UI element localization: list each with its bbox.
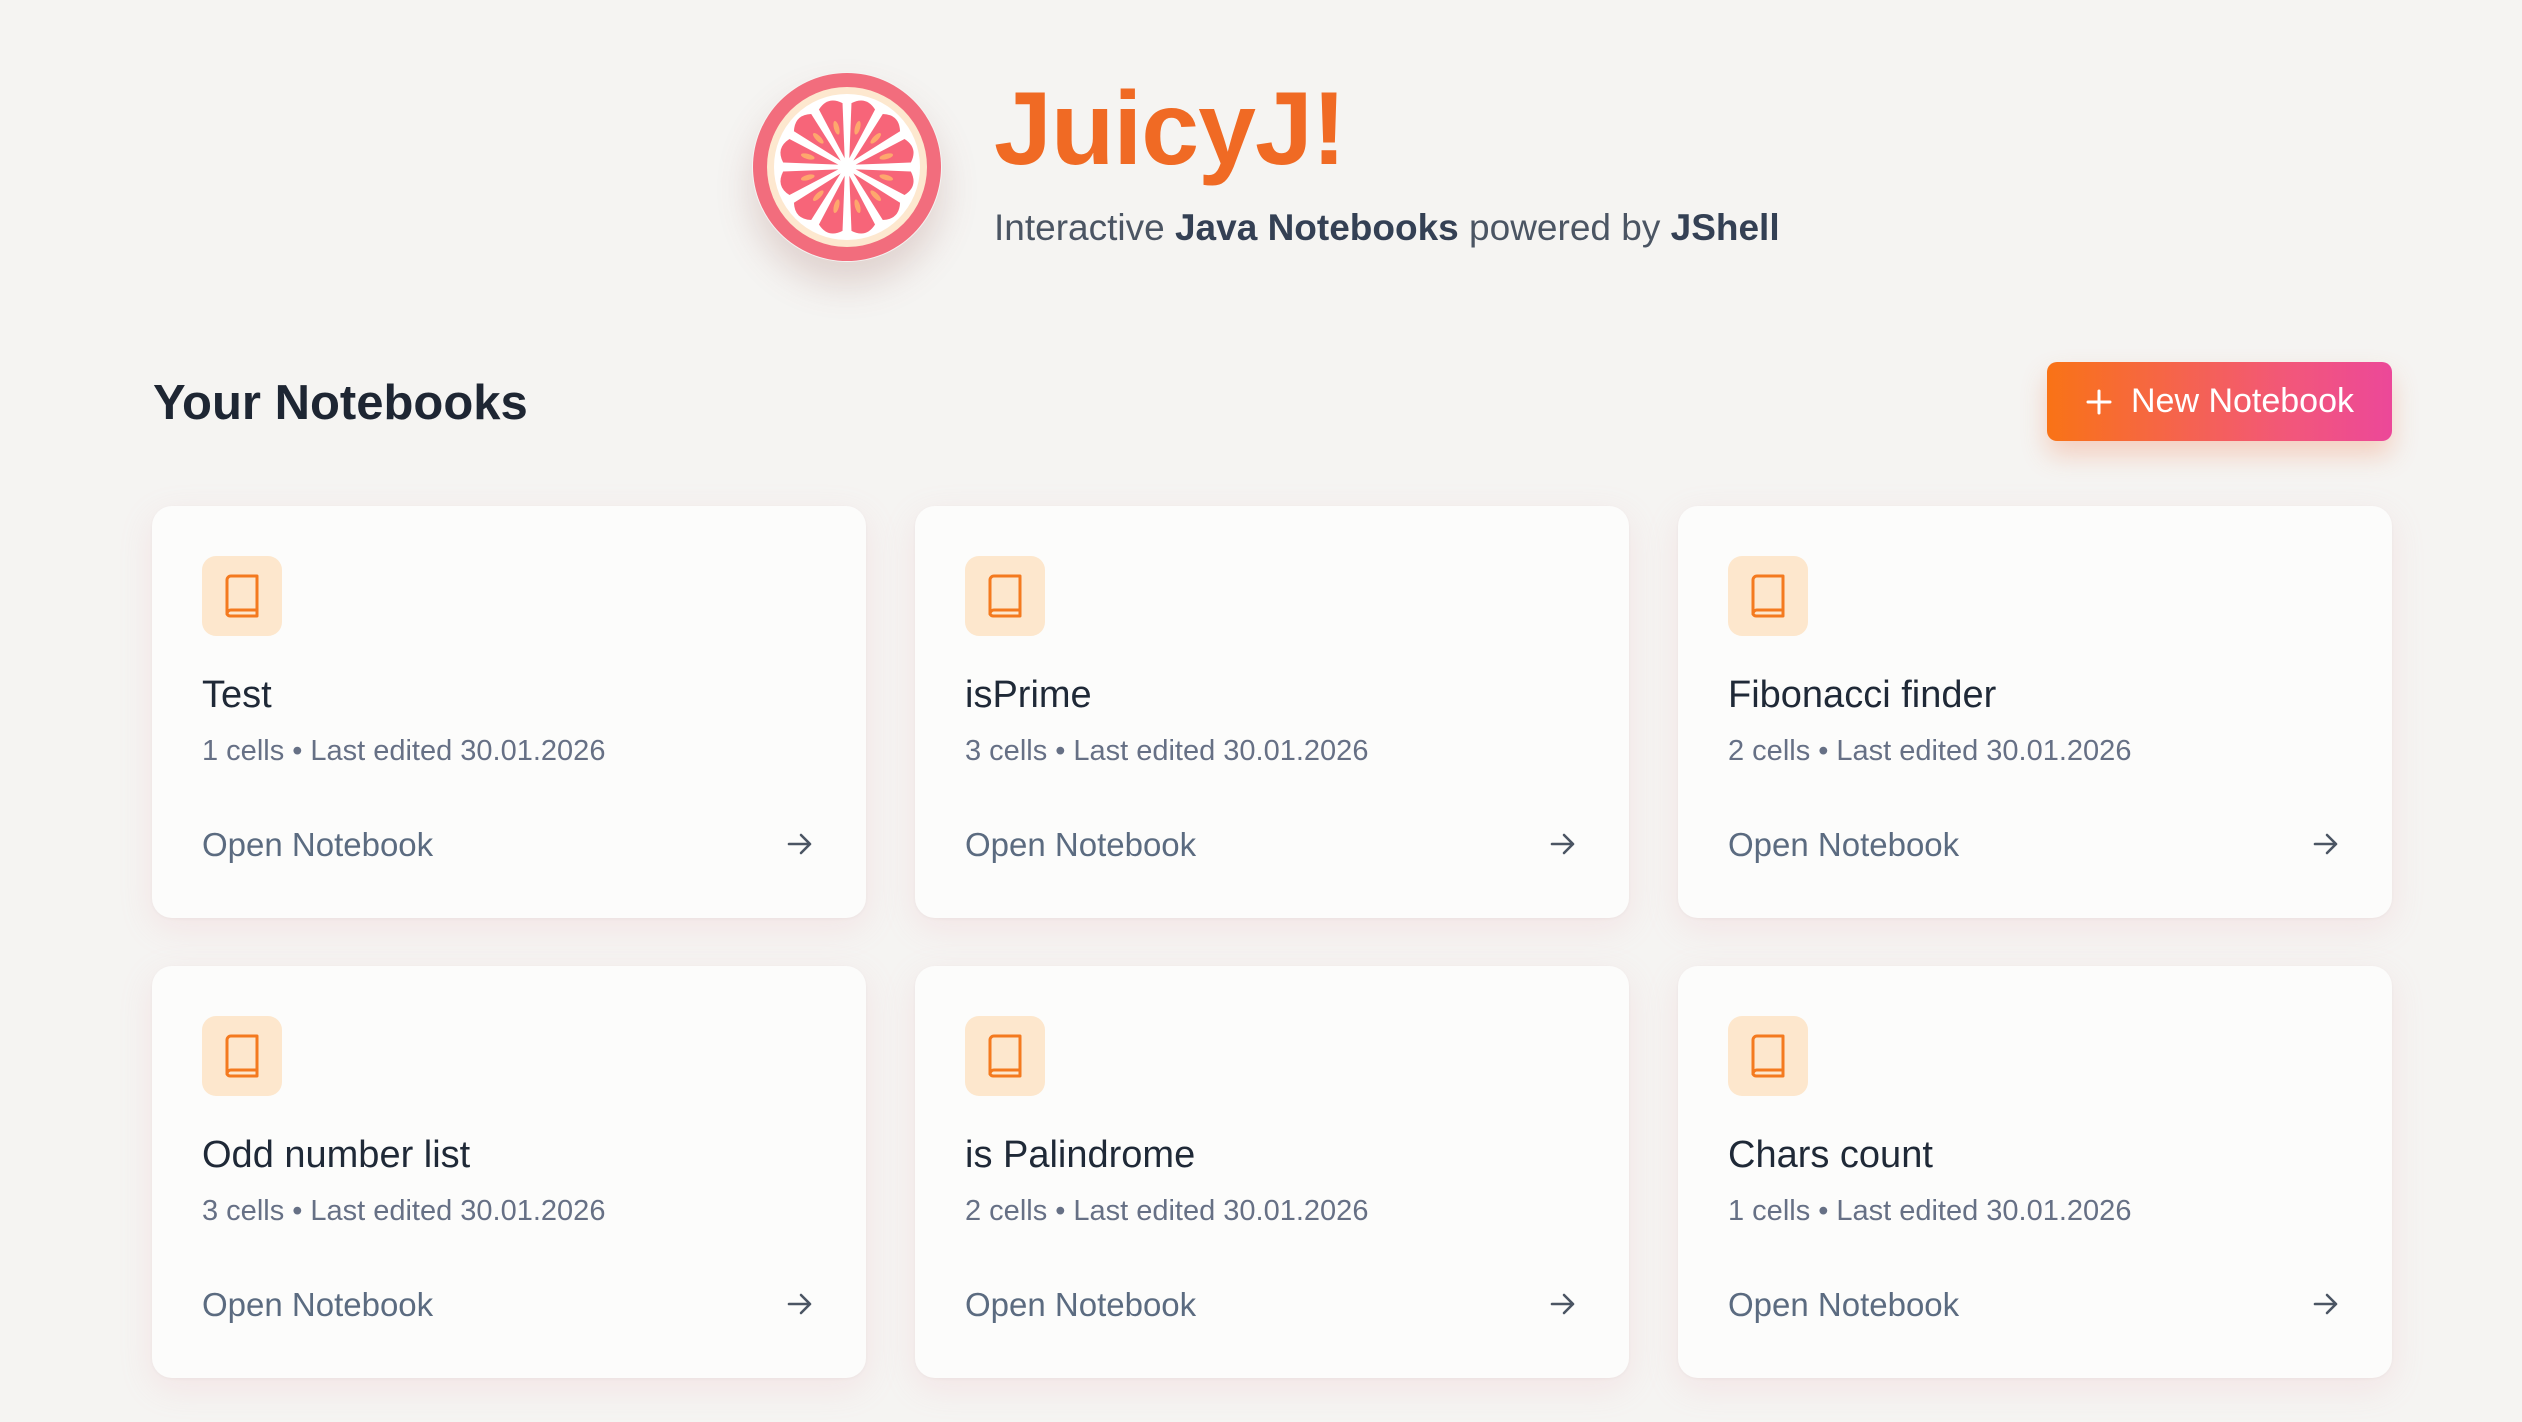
meta-separator: • bbox=[1055, 1195, 1066, 1227]
notebook-title: Chars count bbox=[1728, 1134, 1933, 1176]
notebook-cell-count: 2 cells bbox=[1728, 735, 1811, 767]
tagline-jshell: JShell bbox=[1670, 207, 1780, 248]
notebook-last-edited: Last edited 30.01.2026 bbox=[1836, 1195, 2132, 1227]
notebook-title: isPrime bbox=[965, 674, 1092, 716]
hero-text: JuicyJ! Interactive Java Notebooks power… bbox=[994, 77, 1780, 249]
notebook-card[interactable]: Fibonacci finder 2 cells • Last edited 30.… bbox=[1678, 506, 2392, 918]
notebook-icon-tile bbox=[965, 556, 1045, 636]
new-notebook-button[interactable]: New Notebook bbox=[2047, 362, 2392, 441]
notebook-last-edited: Last edited 30.01.2026 bbox=[310, 735, 606, 767]
notebook-cell-count: 1 cells bbox=[202, 735, 285, 767]
notebook-meta: 1 cells • Last edited 30.01.2026 bbox=[202, 735, 605, 768]
arrow-right-icon[interactable] bbox=[2310, 828, 2342, 860]
open-notebook-link[interactable]: Open Notebook bbox=[965, 826, 1196, 864]
open-notebook-link[interactable]: Open Notebook bbox=[1728, 826, 1959, 864]
meta-separator: • bbox=[292, 735, 303, 767]
arrow-right-icon[interactable] bbox=[1547, 1288, 1579, 1320]
book-icon bbox=[1751, 1034, 1785, 1078]
meta-separator: • bbox=[1818, 1195, 1829, 1227]
notebook-icon-tile bbox=[1728, 1016, 1808, 1096]
notebook-grid: Test 1 cells • Last edited 30.01.2026 Open… bbox=[152, 506, 2392, 1378]
arrow-right-icon[interactable] bbox=[784, 828, 816, 860]
app-tagline: Interactive Java Notebooks powered by JS… bbox=[994, 207, 1780, 249]
plus-icon bbox=[2086, 389, 2112, 414]
arrow-right-icon[interactable] bbox=[784, 1288, 816, 1320]
app-title: JuicyJ! bbox=[994, 71, 1346, 187]
notebook-cell-count: 2 cells bbox=[965, 1195, 1048, 1227]
notebook-meta: 1 cells • Last edited 30.01.2026 bbox=[1728, 1195, 2131, 1228]
book-icon bbox=[1751, 574, 1785, 618]
notebook-last-edited: Last edited 30.01.2026 bbox=[1836, 735, 2132, 767]
notebook-last-edited: Last edited 30.01.2026 bbox=[310, 1195, 606, 1227]
book-icon bbox=[225, 574, 259, 618]
book-icon bbox=[225, 1034, 259, 1078]
notebook-meta: 2 cells • Last edited 30.01.2026 bbox=[965, 1195, 1368, 1228]
meta-separator: • bbox=[292, 1195, 303, 1227]
section-title: Your Notebooks bbox=[153, 376, 528, 430]
notebook-last-edited: Last edited 30.01.2026 bbox=[1073, 1195, 1369, 1227]
arrow-right-icon[interactable] bbox=[1547, 828, 1579, 860]
app-header: JuicyJ! Interactive Java Notebooks power… bbox=[752, 72, 1780, 262]
notebook-title: is Palindrome bbox=[965, 1134, 1196, 1176]
notebook-icon-tile bbox=[202, 556, 282, 636]
book-icon bbox=[988, 574, 1022, 618]
notebook-cell-count: 3 cells bbox=[965, 735, 1048, 767]
meta-separator: • bbox=[1818, 735, 1829, 767]
grapefruit-logo-icon bbox=[752, 72, 942, 262]
notebook-icon-tile bbox=[1728, 556, 1808, 636]
notebook-title: Test bbox=[202, 674, 272, 716]
arrow-right-icon[interactable] bbox=[2310, 1288, 2342, 1320]
open-notebook-link[interactable]: Open Notebook bbox=[1728, 1286, 1959, 1324]
notebook-icon-tile bbox=[965, 1016, 1045, 1096]
tagline-java-notebooks: Java Notebooks bbox=[1174, 207, 1459, 248]
tagline-text: powered by bbox=[1458, 207, 1671, 248]
open-notebook-link[interactable]: Open Notebook bbox=[202, 1286, 433, 1324]
notebook-meta: 3 cells • Last edited 30.01.2026 bbox=[202, 1195, 605, 1228]
open-notebook-link[interactable]: Open Notebook bbox=[965, 1286, 1196, 1324]
new-notebook-label: New Notebook bbox=[2130, 382, 2354, 420]
notebook-meta: 3 cells • Last edited 30.01.2026 bbox=[965, 735, 1368, 768]
notebook-card[interactable]: Chars count 1 cells • Last edited 30.01.20… bbox=[1678, 966, 2392, 1378]
book-icon bbox=[988, 1034, 1022, 1078]
notebook-last-edited: Last edited 30.01.2026 bbox=[1073, 735, 1369, 767]
notebook-cell-count: 1 cells bbox=[1728, 1195, 1811, 1227]
meta-separator: • bbox=[1055, 735, 1066, 767]
tagline-text: Interactive bbox=[994, 207, 1175, 248]
notebook-title: Fibonacci finder bbox=[1728, 674, 1997, 716]
notebook-meta: 2 cells • Last edited 30.01.2026 bbox=[1728, 735, 2131, 768]
notebook-card[interactable]: is Palindrome 2 cells • Last edited 30.01.… bbox=[915, 966, 1629, 1378]
notebook-card[interactable]: Odd number list 3 cells • Last edited 30.0… bbox=[152, 966, 866, 1378]
open-notebook-link[interactable]: Open Notebook bbox=[202, 826, 433, 864]
notebook-title: Odd number list bbox=[202, 1134, 471, 1176]
notebook-cell-count: 3 cells bbox=[202, 1195, 285, 1227]
notebook-card[interactable]: isPrime 3 cells • Last edited 30.01.2026 O… bbox=[915, 506, 1629, 918]
notebook-card[interactable]: Test 1 cells • Last edited 30.01.2026 Open… bbox=[152, 506, 866, 918]
notebook-icon-tile bbox=[202, 1016, 282, 1096]
